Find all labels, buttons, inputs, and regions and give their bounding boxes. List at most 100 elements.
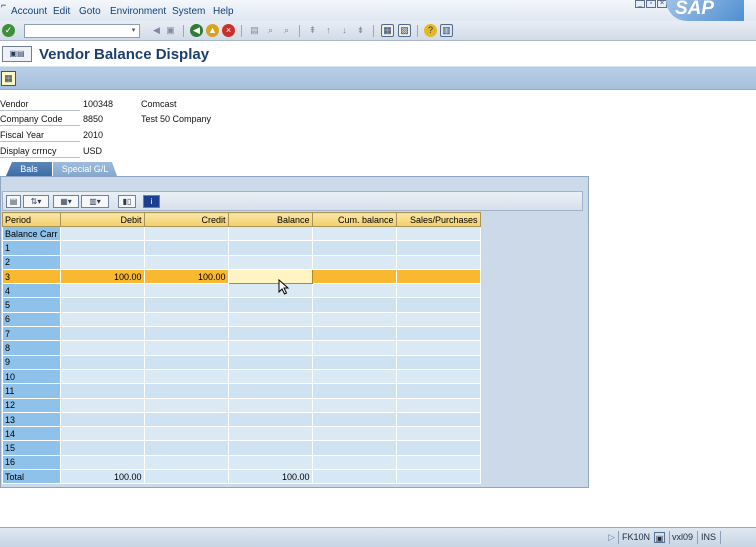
tab-balances[interactable]: Bals xyxy=(6,162,52,176)
cell-debit[interactable] xyxy=(59,283,145,299)
find-next-icon[interactable]: ⌕ xyxy=(280,24,293,37)
cell-credit[interactable] xyxy=(143,254,229,270)
find-icon[interactable]: ⌕ xyxy=(264,24,277,37)
cell-debit[interactable] xyxy=(59,240,145,256)
table-total-row[interactable]: Total 100.00 100.00 xyxy=(2,469,481,485)
cell-balance[interactable] xyxy=(227,354,313,370)
table-row[interactable]: Balance Carr xyxy=(2,225,481,242)
menu-system[interactable]: System xyxy=(172,6,205,17)
cell-cum-balance[interactable] xyxy=(311,225,397,242)
menu-edit[interactable]: Edit xyxy=(53,6,70,17)
cell-debit[interactable] xyxy=(59,454,145,471)
cell-balance[interactable] xyxy=(227,283,313,299)
cell-credit[interactable] xyxy=(143,340,229,356)
maximize-icon[interactable]: ▫ xyxy=(646,0,656,8)
create-session-icon[interactable]: ▦ xyxy=(381,24,394,37)
cell-period[interactable]: 9 xyxy=(2,354,61,370)
cell-debit[interactable] xyxy=(59,326,145,342)
minimize-icon[interactable]: _ xyxy=(635,0,645,8)
cell-cum-balance[interactable] xyxy=(311,326,397,342)
cell-debit[interactable] xyxy=(59,383,145,399)
cell-cum-balance[interactable] xyxy=(311,354,397,370)
status-mode[interactable]: INS xyxy=(701,531,716,544)
cell-period[interactable]: 6 xyxy=(2,311,61,328)
back-icon[interactable]: ◀ xyxy=(190,24,203,37)
cell-cum-balance[interactable] xyxy=(311,426,397,442)
cell-credit[interactable] xyxy=(143,297,229,313)
cell-period[interactable]: 3 xyxy=(2,268,61,285)
cancel-icon[interactable]: × xyxy=(222,24,235,37)
column-header-debit[interactable]: Debit xyxy=(59,212,145,227)
cell-credit[interactable] xyxy=(143,368,229,385)
column-header-sales-purchases[interactable]: Sales/Purchases xyxy=(395,212,481,227)
tab-special-gl[interactable]: Special G/L xyxy=(53,162,117,176)
table-row[interactable]: 4 xyxy=(2,283,481,299)
table-row[interactable]: 6 xyxy=(2,311,481,328)
cell-credit[interactable] xyxy=(143,469,229,485)
cell-sales-purchases[interactable] xyxy=(395,297,481,313)
cell-credit[interactable] xyxy=(143,397,229,413)
status-toggle-icon[interactable]: ▷ xyxy=(608,531,615,544)
cell-debit[interactable] xyxy=(59,297,145,313)
cell-balance[interactable] xyxy=(227,411,313,428)
cell-sales-purchases[interactable] xyxy=(395,225,481,242)
command-field[interactable]: ▾ xyxy=(24,24,140,38)
table-row[interactable]: 15 xyxy=(2,440,481,456)
cell-cum-balance[interactable] xyxy=(311,454,397,471)
cell-period[interactable]: Total xyxy=(2,469,61,485)
previous-page-icon[interactable]: ↑ xyxy=(322,24,335,37)
save-icon[interactable]: ▣ xyxy=(164,24,177,37)
cell-cum-balance[interactable] xyxy=(311,297,397,313)
menu-environment[interactable]: Environment xyxy=(110,6,166,17)
table-row[interactable]: 9 xyxy=(2,354,481,370)
cell-cum-balance[interactable] xyxy=(311,440,397,456)
cell-credit[interactable] xyxy=(143,426,229,442)
menu-account[interactable]: Account xyxy=(11,6,47,17)
cell-cum-balance[interactable] xyxy=(311,383,397,399)
cell-cum-balance[interactable] xyxy=(311,283,397,299)
table-row[interactable]: 8 xyxy=(2,340,481,356)
cell-cum-balance[interactable] xyxy=(311,340,397,356)
details-icon[interactable]: ▤ xyxy=(6,195,21,208)
cell-period[interactable]: 7 xyxy=(2,326,61,342)
cell-credit[interactable] xyxy=(143,383,229,399)
cell-sales-purchases[interactable] xyxy=(395,354,481,370)
cell-sales-purchases[interactable] xyxy=(395,383,481,399)
system-menu-icon[interactable]: ⌐ xyxy=(1,1,8,10)
table-row[interactable]: 16 xyxy=(2,454,481,471)
cell-period[interactable]: 16 xyxy=(2,454,61,471)
layout-menu-icon[interactable]: ▥ xyxy=(440,24,453,37)
menu-goto[interactable]: Goto xyxy=(79,6,101,17)
table-row[interactable]: 5 xyxy=(2,297,481,313)
cell-period[interactable]: 8 xyxy=(2,340,61,356)
cell-sales-purchases[interactable] xyxy=(395,283,481,299)
cell-balance[interactable] xyxy=(227,426,313,442)
exit-icon[interactable]: ▲ xyxy=(206,24,219,37)
cell-credit[interactable] xyxy=(143,454,229,471)
cell-debit[interactable] xyxy=(59,354,145,370)
shortcut-icon[interactable]: ▧ xyxy=(398,24,411,37)
last-page-icon[interactable]: ⇟ xyxy=(354,24,367,37)
cell-balance[interactable] xyxy=(227,454,313,471)
cell-period[interactable]: 15 xyxy=(2,440,61,456)
column-header-credit[interactable]: Credit xyxy=(143,212,229,227)
cell-period[interactable]: 5 xyxy=(2,297,61,313)
print-icon[interactable]: ▤ xyxy=(248,24,261,37)
cell-balance[interactable] xyxy=(227,268,313,285)
first-page-icon[interactable]: ⇞ xyxy=(306,24,319,37)
cell-period[interactable]: 1 xyxy=(2,240,61,256)
cell-cum-balance[interactable] xyxy=(311,254,397,270)
cell-debit[interactable] xyxy=(59,411,145,428)
menu-help[interactable]: Help xyxy=(213,6,234,17)
cell-credit[interactable] xyxy=(143,440,229,456)
cell-debit[interactable] xyxy=(59,368,145,385)
table-row[interactable]: 11 xyxy=(2,383,481,399)
cell-sales-purchases[interactable] xyxy=(395,254,481,270)
cell-cum-balance[interactable] xyxy=(311,397,397,413)
table-row[interactable]: 1 xyxy=(2,240,481,256)
cell-sales-purchases[interactable] xyxy=(395,426,481,442)
cell-credit[interactable] xyxy=(143,411,229,428)
cell-period[interactable]: 10 xyxy=(2,368,61,385)
cell-period[interactable]: 14 xyxy=(2,426,61,442)
table-row[interactable]: 2 xyxy=(2,254,481,270)
